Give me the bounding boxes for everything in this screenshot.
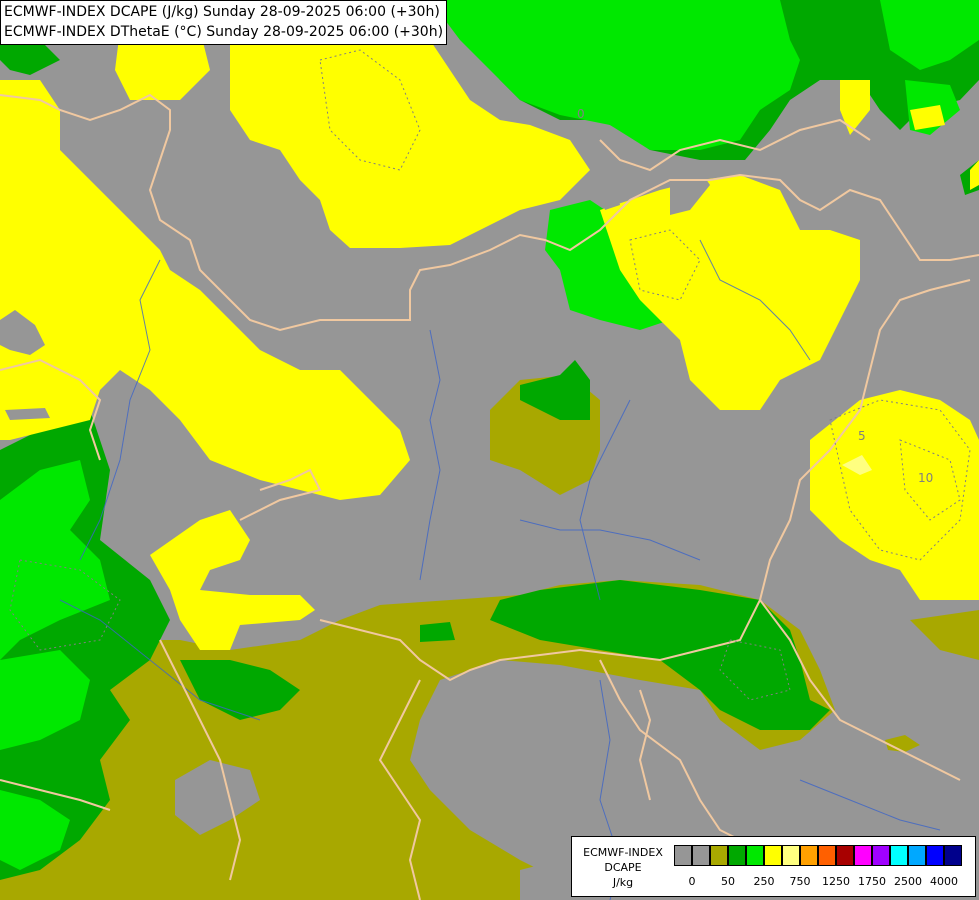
legend-swatch: [782, 845, 800, 866]
legend-title: ECMWF-INDEX DCAPE J/kg: [576, 845, 670, 890]
legend-model: ECMWF-INDEX: [583, 846, 663, 859]
title-line-dcape: ECMWF-INDEX DCAPE (J/kg) Sunday 28-09-20…: [4, 4, 440, 20]
legend-swatch: [818, 845, 836, 866]
legend-unit: J/kg: [612, 876, 634, 889]
legend-tick-label: 1750: [858, 875, 886, 888]
legend-tick-label: 1250: [822, 875, 850, 888]
legend-swatch: [854, 845, 872, 866]
contour-label-0: 0: [577, 107, 585, 121]
dcape-map: 5 10 0: [0, 0, 979, 900]
legend-swatch: [800, 845, 818, 866]
legend-swatch: [674, 845, 692, 866]
legend-tick-label: 0: [688, 875, 696, 888]
legend-swatch: [746, 845, 764, 866]
legend-tick-label: 50: [721, 875, 735, 888]
legend-tick-label: 250: [753, 875, 775, 888]
legend-tick-label: 4000: [930, 875, 958, 888]
legend-swatch: [710, 845, 728, 866]
legend-swatch: [926, 845, 944, 866]
map-title-box: ECMWF-INDEX DCAPE (J/kg) Sunday 28-09-20…: [0, 0, 448, 45]
contour-label-10: 10: [918, 471, 933, 485]
legend-swatch: [692, 845, 710, 866]
legend-swatch: [944, 845, 962, 866]
legend-tick-label: 750: [789, 875, 811, 888]
legend-swatch: [872, 845, 890, 866]
legend-swatch: [908, 845, 926, 866]
legend-parameter: DCAPE: [604, 861, 642, 874]
dcape-legend: ECMWF-INDEX DCAPE J/kg 0 50 250 750 1250 1750…: [571, 836, 976, 897]
contour-label-5: 5: [858, 429, 866, 443]
legend-swatch: [764, 845, 782, 866]
legend-swatch: [836, 845, 854, 866]
legend-swatch: [728, 845, 746, 866]
legend-tick-label: 2500: [894, 875, 922, 888]
legend-swatch: [890, 845, 908, 866]
title-line-dthetae: ECMWF-INDEX DThetaE (°C) Sunday 28-09-20…: [4, 24, 444, 40]
